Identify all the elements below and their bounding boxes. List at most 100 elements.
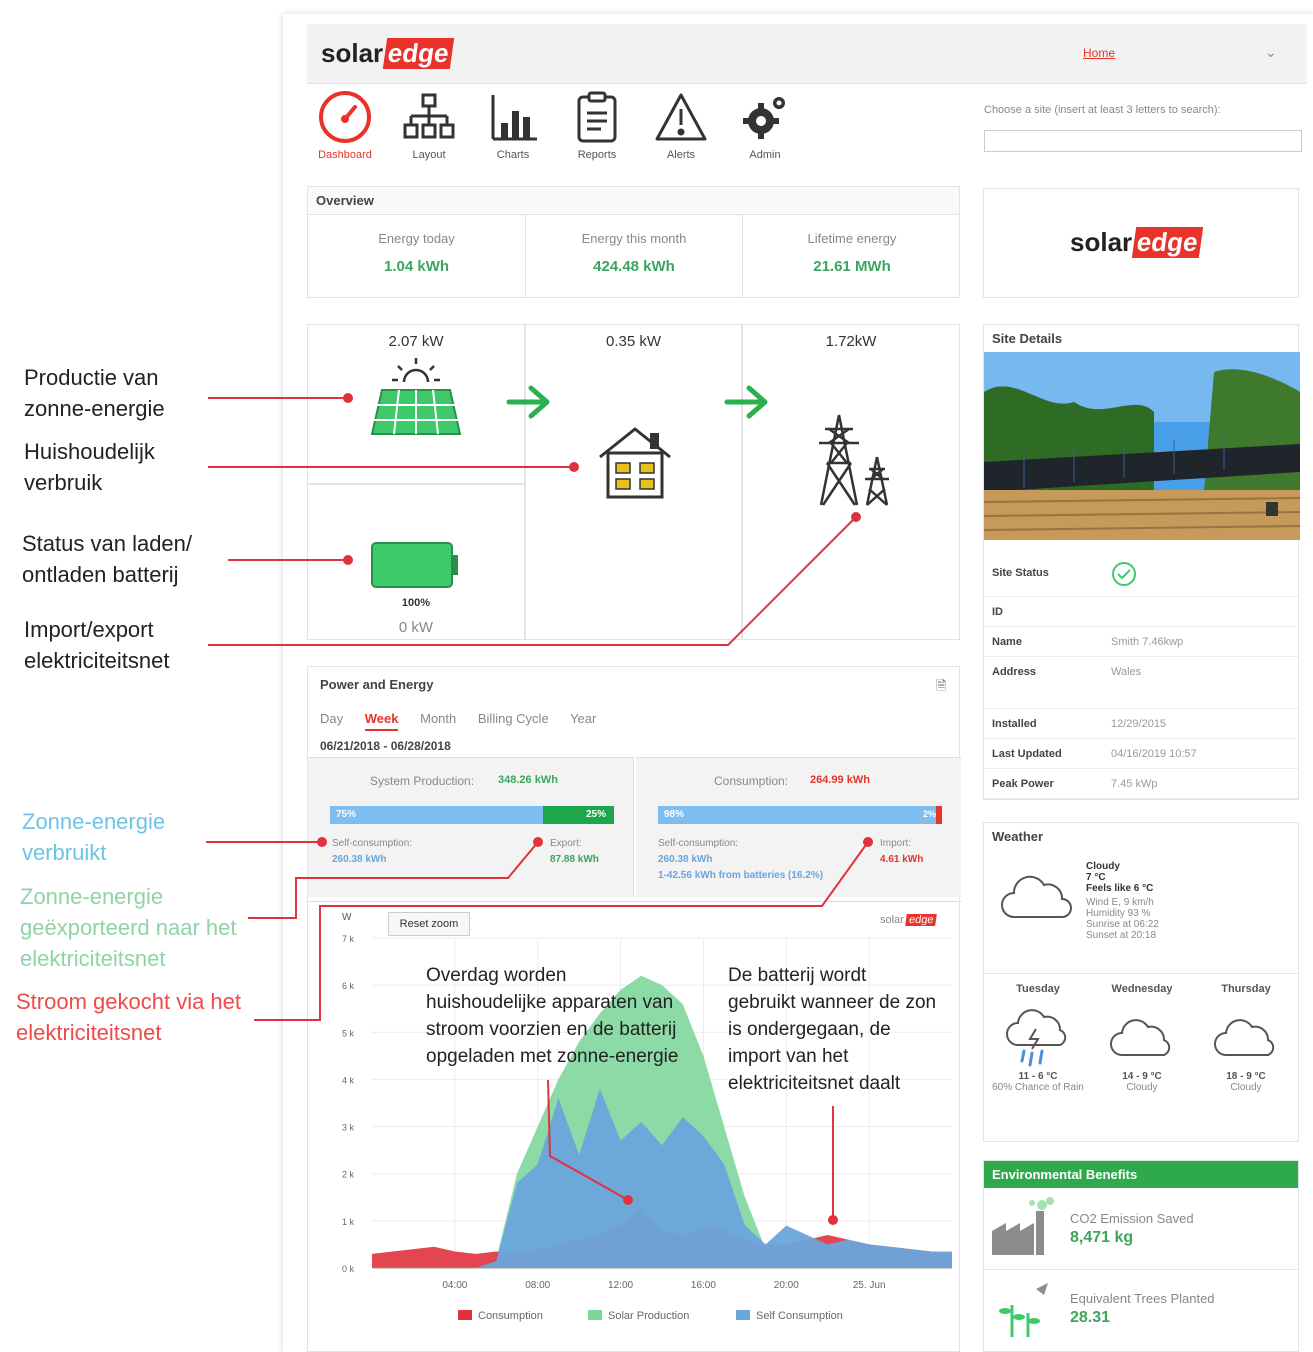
- weather-title: Weather: [984, 823, 1298, 850]
- annotation-battery-status: Status van laden/ ontladen batterij: [22, 531, 193, 587]
- energy-today: Energy today 1.04 kWh: [308, 215, 526, 297]
- site-row-installed: Installed 12/29/2015: [984, 709, 1298, 739]
- consumption-split-bar: 98% 2%: [658, 806, 942, 824]
- y-tick-label: 4 k: [342, 1075, 355, 1085]
- solaredge-site-logo: solar edge: [1070, 227, 1204, 258]
- nav-charts[interactable]: Charts: [475, 89, 551, 161]
- site-status-row: Site Status: [984, 551, 1298, 597]
- annotation-grid-import-export: Import/export elektriciteitsnet: [24, 617, 170, 673]
- annotation-solar-exported: Zonne-energie geëxporteerd naar het elek…: [20, 884, 237, 971]
- weather-divider: [984, 973, 1298, 974]
- bar-chart-icon: [491, 95, 537, 141]
- site-details-panel: Site Details Site Status ID Name Smith 7.…: [983, 324, 1300, 800]
- solaredge-logo[interactable]: solar edge: [321, 38, 455, 69]
- export-pdf-icon[interactable]: 🗎: [936, 677, 946, 699]
- chevron-down-icon[interactable]: ⌄: [1265, 44, 1277, 61]
- y-tick-label: 1 k: [342, 1217, 355, 1227]
- site-row-last-updated: Last Updated 04/16/2019 10:57: [984, 739, 1298, 769]
- forecast-wednesday: Wednesday 14 - 9 °C Cloudy: [1092, 983, 1192, 1093]
- solar-panel-icon: [370, 358, 462, 435]
- layout-tree-icon: [403, 93, 455, 139]
- dashboard-gauge-icon: [319, 91, 371, 143]
- house-box: 0.35 kW: [525, 324, 742, 640]
- battery-kw: 0 kW: [398, 619, 434, 636]
- production-self-segment: [330, 806, 543, 824]
- check-circle-icon: [1112, 562, 1136, 586]
- nav-reports[interactable]: Reports: [559, 89, 635, 161]
- legend-label: Consumption: [478, 1310, 543, 1322]
- grid-box: 1.72kW: [742, 324, 960, 640]
- env-divider: [984, 1269, 1298, 1270]
- weather-panel: Weather Cloudy 7 °C Feels like 6 °C Wind…: [983, 822, 1299, 1142]
- env-title: Environmental Benefits: [984, 1161, 1298, 1188]
- battery-box: 100% 0 kW: [307, 484, 525, 640]
- callout-daytime: Overdag worden huishoudelijke apparaten …: [426, 965, 679, 1067]
- battery-icon: [371, 542, 458, 588]
- site-logo-panel: solar edge: [983, 188, 1299, 298]
- tab-day[interactable]: Day: [320, 711, 343, 726]
- x-tick-label: 04:00: [442, 1280, 467, 1291]
- nav-admin[interactable]: Admin: [727, 89, 803, 161]
- site-details-title: Site Details: [984, 325, 1298, 352]
- period-tabs: Day Week Month Billing Cycle Year: [320, 711, 614, 731]
- y-tick-label: 3 k: [342, 1123, 355, 1133]
- power-energy-title: Power and Energy: [308, 667, 959, 702]
- solar-production-box: 2.07 kW: [307, 324, 525, 484]
- x-tick-label: 20:00: [774, 1280, 799, 1291]
- site-row-id: ID: [984, 597, 1298, 627]
- y-tick-label: 7 k: [342, 934, 355, 944]
- lifetime-energy: Lifetime energy 21.61 MWh: [807, 231, 897, 275]
- x-tick-label: 12:00: [608, 1280, 633, 1291]
- battery-percent: 100%: [401, 597, 431, 609]
- date-range: 06/21/2018 - 06/28/2018: [320, 739, 451, 753]
- site-search-label: Choose a site (insert at least 3 letters…: [984, 104, 1221, 116]
- legend-swatch-consumption: [458, 1310, 472, 1320]
- factory-icon: [992, 1197, 1054, 1255]
- tab-year[interactable]: Year: [570, 711, 596, 726]
- site-photo: [984, 352, 1300, 540]
- top-bar: solar edge Home ⌄: [307, 24, 1307, 84]
- site-row-peak-power: Peak Power 7.45 kWp: [984, 769, 1298, 799]
- trees-value: 28.31: [1070, 1309, 1111, 1326]
- tab-month[interactable]: Month: [420, 711, 456, 726]
- legend-swatch-self-consumption: [736, 1310, 750, 1320]
- home-link[interactable]: Home: [1083, 46, 1115, 60]
- y-tick-label: 2 k: [342, 1170, 355, 1180]
- overview-panel: Overview Energy today 1.04 kWh Energy th…: [307, 186, 960, 298]
- production-stats: System Production: 348.26 kWh 75% 25% Se…: [308, 757, 634, 897]
- x-tick-label: 16:00: [691, 1280, 716, 1291]
- x-tick-label: 08:00: [525, 1280, 550, 1291]
- solaredge-dashboard: solar edge Home ⌄ Dashboard Layout Chart…: [283, 14, 1313, 1352]
- legend-swatch-solar-production: [588, 1310, 602, 1320]
- consumption-stats: Consumption: 264.99 kWh 98% 2% Self-cons…: [636, 757, 961, 897]
- nav-layout[interactable]: Layout: [391, 89, 467, 161]
- consumption-self-segment: [658, 806, 937, 824]
- co2-value: 8,471 kg: [1070, 1229, 1134, 1246]
- weather-now: Cloudy 7 °C Feels like 6 °C Wind E, 9 km…: [1086, 861, 1159, 941]
- clipboard-icon: [577, 91, 617, 143]
- tab-billing-cycle[interactable]: Billing Cycle: [478, 711, 549, 726]
- legend-label: Self Consumption: [756, 1310, 843, 1322]
- flow-arrow-house-to-grid: [724, 385, 768, 419]
- nav-dashboard[interactable]: Dashboard: [307, 89, 383, 161]
- forecast-thursday: Thursday 18 - 9 °C Cloudy: [1196, 983, 1296, 1093]
- y-tick-label: 0 k: [342, 1264, 355, 1274]
- house-icon: [599, 427, 671, 499]
- rain-cloud-icon: [1006, 1009, 1067, 1067]
- power-pylon-icon: [819, 414, 889, 506]
- energy-month: Energy this month 424.48 kWh: [526, 215, 743, 297]
- tree-sprout-icon: [999, 1283, 1048, 1337]
- co2-label: CO2 Emission Saved: [1070, 1211, 1194, 1226]
- site-row-address: Address Wales: [984, 657, 1298, 709]
- x-tick-label: 25. Jun: [853, 1280, 886, 1291]
- trees-label: Equivalent Trees Planted: [1070, 1291, 1215, 1306]
- warning-triangle-icon: [655, 93, 707, 141]
- callout-night: De batterij wordt gebruikt wanneer de zo…: [728, 965, 937, 1094]
- annotation-solar-consumed: Zonne-energie verbruikt: [22, 809, 166, 865]
- production-split-bar: 75% 25%: [330, 806, 614, 824]
- flow-arrow-solar-to-house: [506, 385, 550, 419]
- tab-week[interactable]: Week: [364, 711, 399, 731]
- nav-alerts[interactable]: Alerts: [643, 89, 719, 161]
- overview-title: Overview: [308, 187, 959, 215]
- site-search-input[interactable]: [984, 130, 1302, 152]
